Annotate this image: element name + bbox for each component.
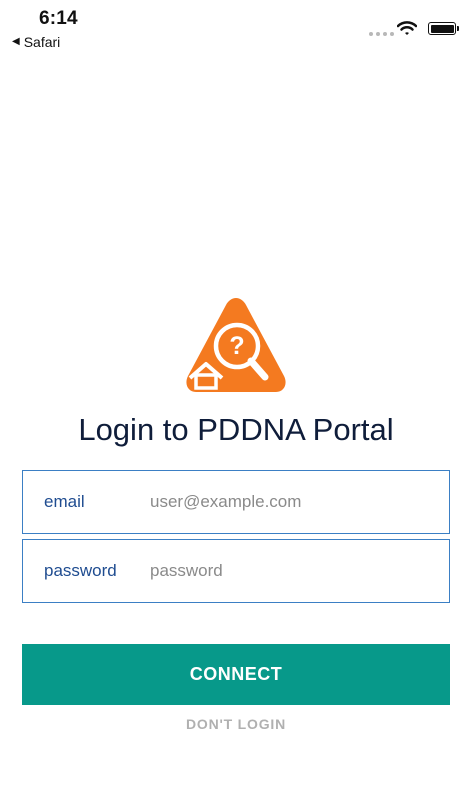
page-title: Login to PDDNA Portal	[78, 412, 394, 447]
connect-button[interactable]: CONNECT	[22, 644, 450, 705]
battery-icon	[428, 22, 459, 35]
password-label: password	[44, 561, 117, 580]
status-time: 6:14	[39, 8, 78, 29]
back-to-safari-link[interactable]: ◀ Safari	[12, 34, 60, 50]
wifi-icon	[396, 20, 418, 41]
status-bar: 6:14 ◀ Safari	[0, 0, 472, 60]
back-triangle-icon: ◀	[12, 36, 20, 47]
pddna-logo: ?	[180, 296, 292, 396]
email-input[interactable]	[150, 492, 420, 512]
email-field[interactable]: email	[22, 470, 450, 534]
password-input[interactable]	[150, 561, 420, 581]
signal-dots-icon	[369, 32, 394, 36]
email-label: email	[44, 492, 85, 511]
back-app-label: Safari	[23, 34, 61, 50]
password-field[interactable]: password	[22, 539, 450, 603]
svg-text:?: ?	[229, 332, 244, 360]
dont-login-button[interactable]: DON'T LOGIN	[0, 716, 472, 732]
